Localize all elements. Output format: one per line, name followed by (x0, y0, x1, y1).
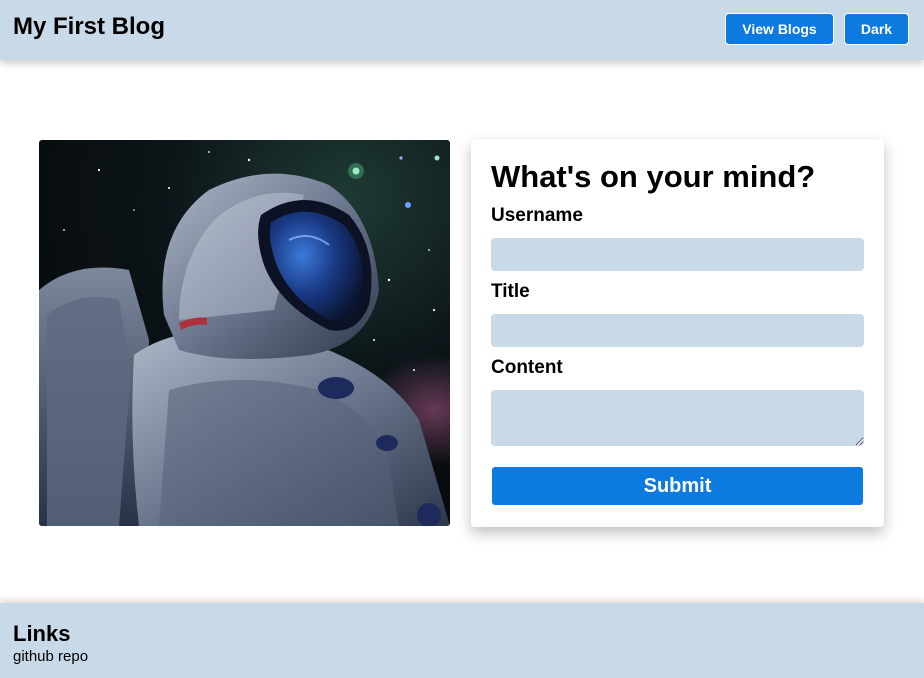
content-textarea[interactable] (491, 390, 864, 446)
form-title: What's on your mind? (491, 159, 816, 194)
username-input[interactable] (491, 238, 864, 271)
title-label: Title (491, 281, 530, 302)
new-post-form: What's on your mind? Username Title Cont… (471, 139, 884, 527)
astronaut-image (39, 140, 450, 526)
site-title: My First Blog (13, 13, 166, 40)
github-repo-link[interactable]: github repo (13, 648, 88, 665)
footer: Links github repo (0, 603, 924, 678)
content-label: Content (491, 357, 563, 378)
dark-mode-button[interactable]: Dark (844, 13, 909, 45)
title-input[interactable] (491, 314, 864, 347)
username-label: Username (491, 205, 583, 226)
view-blogs-button[interactable]: View Blogs (725, 13, 834, 45)
top-navbar: My First Blog View Blogs Dark (0, 0, 924, 60)
footer-title: Links (13, 621, 71, 646)
submit-button[interactable]: Submit (491, 466, 864, 506)
